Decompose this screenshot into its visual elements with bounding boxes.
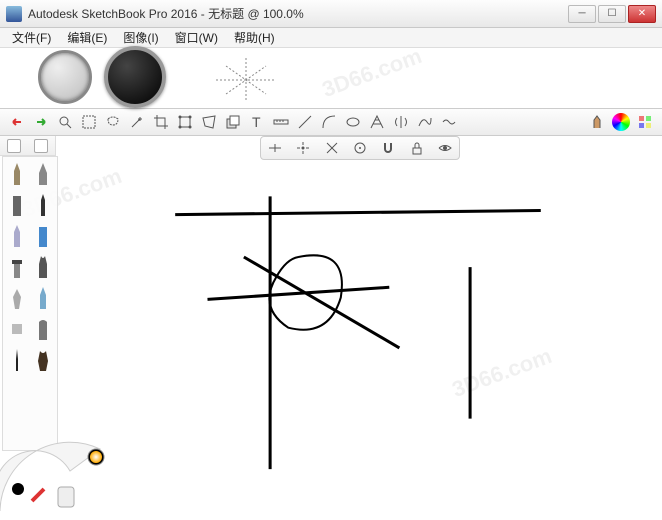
app-icon xyxy=(6,6,22,22)
menu-image[interactable]: 图像(I) xyxy=(115,29,166,46)
brush-eraser-hard[interactable] xyxy=(31,283,56,313)
ruler-button[interactable] xyxy=(270,111,292,133)
layers-panel-button[interactable] xyxy=(634,111,656,133)
brush-flat[interactable] xyxy=(5,252,30,282)
brush-marker[interactable] xyxy=(5,190,30,220)
color-wheel-button[interactable] xyxy=(610,111,632,133)
brush-chisel[interactable] xyxy=(31,221,56,251)
window-title: Autodesk SketchBook Pro 2016 - 无标题 @ 100… xyxy=(28,5,568,22)
color-wheel-icon xyxy=(612,113,630,131)
brush-wash[interactable] xyxy=(31,345,56,375)
symmetry-button[interactable] xyxy=(390,111,412,133)
crop-button[interactable] xyxy=(150,111,172,133)
lock-icon[interactable] xyxy=(410,141,424,155)
menu-file[interactable]: 文件(F) xyxy=(4,29,59,46)
menu-help[interactable]: 帮助(H) xyxy=(226,29,283,46)
magic-wand-button[interactable] xyxy=(126,111,148,133)
undo-button[interactable] xyxy=(6,111,28,133)
brush-smear[interactable] xyxy=(5,283,30,313)
magnet-icon[interactable] xyxy=(381,141,395,155)
lasso-select-button[interactable] xyxy=(102,111,124,133)
window-controls: ─ ☐ ✕ xyxy=(568,5,656,23)
menu-edit[interactable]: 编辑(E) xyxy=(59,29,115,46)
titlebar: Autodesk SketchBook Pro 2016 - 无标题 @ 100… xyxy=(0,0,662,28)
color-puck-secondary[interactable] xyxy=(38,50,92,104)
snap-radial-icon[interactable] xyxy=(353,141,367,155)
toggle-a-icon[interactable] xyxy=(7,139,21,153)
snap-center-icon[interactable] xyxy=(296,141,310,155)
curve-button[interactable] xyxy=(318,111,340,133)
brush-ink[interactable] xyxy=(5,345,30,375)
brush-ballpoint[interactable] xyxy=(5,221,30,251)
brush-eraser-soft[interactable] xyxy=(5,314,30,344)
snap-45-icon[interactable] xyxy=(325,141,339,155)
steady-stroke-button[interactable] xyxy=(438,111,460,133)
lagoon-menu[interactable] xyxy=(0,431,130,511)
zoom-button[interactable] xyxy=(54,111,76,133)
brush-puck-row xyxy=(0,48,662,108)
snap-horizontal-icon[interactable] xyxy=(268,141,282,155)
perspective-button[interactable] xyxy=(366,111,388,133)
french-curve-button[interactable] xyxy=(414,111,436,133)
brush-palette-button[interactable] xyxy=(586,111,608,133)
close-button[interactable]: ✕ xyxy=(628,5,656,23)
distort-button[interactable] xyxy=(198,111,220,133)
lagoon-undo-icon xyxy=(32,489,44,501)
layer-button[interactable] xyxy=(222,111,244,133)
canvas-content xyxy=(56,156,662,520)
view-options-strip xyxy=(0,136,56,156)
stroke-options-toolbar xyxy=(260,136,460,160)
brush-blend[interactable] xyxy=(31,314,56,344)
ellipse-button[interactable] xyxy=(342,111,364,133)
color-puck-primary[interactable] xyxy=(104,46,166,108)
brush-airbrush[interactable] xyxy=(31,159,56,189)
brush-cursor-preview xyxy=(216,58,276,102)
redo-button[interactable] xyxy=(30,111,52,133)
transform-button[interactable] xyxy=(174,111,196,133)
line-button[interactable] xyxy=(294,111,316,133)
main-toolbar: T xyxy=(0,108,662,136)
brush-pencil[interactable] xyxy=(5,159,30,189)
brush-paintbrush[interactable] xyxy=(31,252,56,282)
maximize-button[interactable]: ☐ xyxy=(598,5,626,23)
brush-palette xyxy=(2,156,58,451)
svg-text:T: T xyxy=(252,114,261,130)
toggle-b-icon[interactable] xyxy=(34,139,48,153)
lagoon-layers-icon xyxy=(58,487,74,507)
menubar: 文件(F) 编辑(E) 图像(I) 窗口(W) 帮助(H) xyxy=(0,28,662,48)
marquee-select-button[interactable] xyxy=(78,111,100,133)
menu-window[interactable]: 窗口(W) xyxy=(167,29,226,46)
eye-icon[interactable] xyxy=(438,141,452,155)
minimize-button[interactable]: ─ xyxy=(568,5,596,23)
brush-pen[interactable] xyxy=(31,190,56,220)
text-button[interactable]: T xyxy=(246,111,268,133)
